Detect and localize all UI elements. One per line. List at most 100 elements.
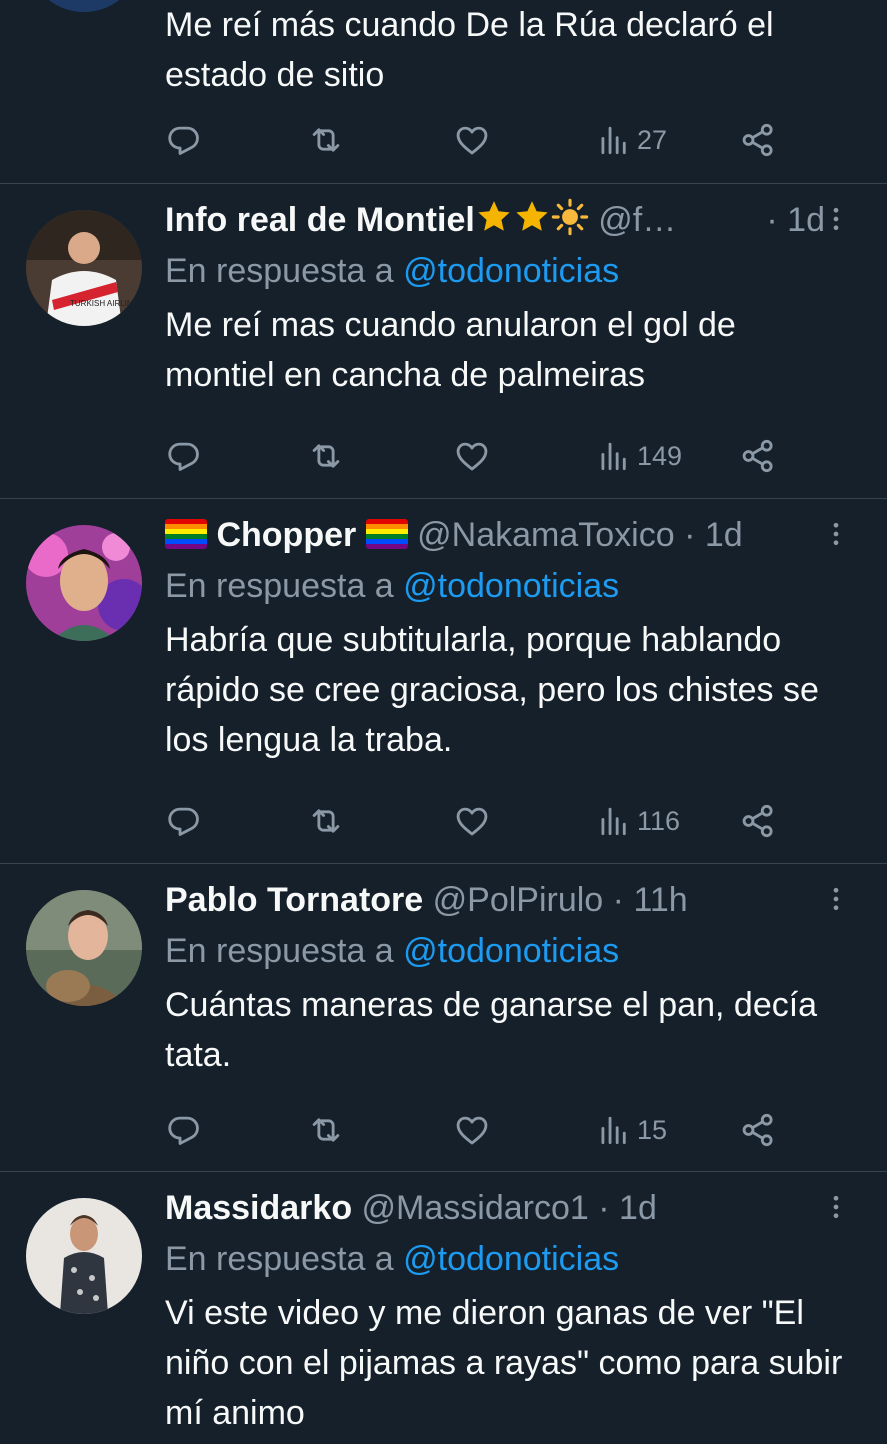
display-name[interactable]: Massidarko: [165, 1189, 352, 1227]
more-icon[interactable]: [821, 204, 851, 234]
retweet-icon: [307, 437, 345, 475]
like-icon: [453, 437, 491, 475]
reply-context: En respuesta a @todonoticias: [165, 1236, 865, 1282]
sun-emoji-icon: [551, 198, 589, 236]
more-icon[interactable]: [821, 884, 851, 914]
views-count: 149: [637, 440, 683, 471]
tweet-actions: 149: [165, 434, 865, 478]
views-button[interactable]: 149: [595, 434, 682, 478]
reply-label: En respuesta a: [165, 567, 394, 605]
display-name[interactable]: Info real de Montiel: [165, 201, 475, 239]
reply-icon: [165, 437, 203, 475]
share-icon: [739, 802, 777, 840]
timestamp[interactable]: · 11h: [613, 881, 688, 919]
display-name[interactable]: Pablo Tornatore: [165, 881, 423, 919]
rainbow-flag-emoji-icon: [165, 519, 207, 549]
reply-button[interactable]: [165, 799, 203, 843]
retweet-button[interactable]: [307, 1108, 345, 1152]
views-icon: [595, 1111, 633, 1149]
like-button[interactable]: [453, 434, 491, 478]
avatar[interactable]: [26, 1198, 142, 1314]
avatar[interactable]: TURKISH AIRLINES: [26, 210, 142, 326]
reply-icon: [165, 802, 203, 840]
tweet-header: Massidarko @Massidarco1 · 1d: [165, 1186, 825, 1230]
share-button[interactable]: [739, 1108, 777, 1152]
reply-icon: [165, 1111, 203, 1149]
timestamp[interactable]: · 1d: [684, 516, 743, 554]
avatar[interactable]: [26, 525, 142, 641]
avatar[interactable]: [26, 890, 142, 1006]
reply-context: En respuesta a @todonoticias: [165, 928, 865, 974]
reply-context: En respuesta a @todonoticias: [165, 563, 865, 609]
reply-mention-link[interactable]: @todonoticias: [403, 252, 619, 290]
views-count: 116: [637, 805, 681, 836]
tweet[interactable]: Me reí más cuando De la Rúa declaró el e…: [0, 0, 887, 184]
like-icon: [453, 1111, 491, 1149]
reply-button[interactable]: [165, 118, 203, 162]
retweet-icon: [307, 1111, 345, 1149]
share-button[interactable]: [739, 118, 777, 162]
tweet[interactable]: TURKISH AIRLINES Info real de Montiel @f…: [0, 184, 887, 499]
reply-mention-link[interactable]: @todonoticias: [403, 932, 619, 970]
tweet[interactable]: Massidarko @Massidarco1 · 1d En respuest…: [0, 1172, 887, 1444]
views-button[interactable]: 15: [595, 1108, 667, 1152]
handle[interactable]: @Massidarco1: [362, 1189, 589, 1227]
views-icon: [595, 121, 633, 159]
views-count: 15: [637, 1114, 668, 1145]
share-icon: [739, 1111, 777, 1149]
tweet-header: Chopper @NakamaToxico · 1d: [165, 513, 825, 557]
reply-feed: Me reí más cuando De la Rúa declaró el e…: [0, 0, 887, 1444]
retweet-button[interactable]: [307, 434, 345, 478]
tweet[interactable]: Pablo Tornatore @PolPirulo · 11h En resp…: [0, 864, 887, 1172]
tweet[interactable]: Chopper @NakamaToxico · 1d En respuesta …: [0, 499, 887, 864]
reply-icon: [165, 121, 203, 159]
tweet-header: Pablo Tornatore @PolPirulo · 11h: [165, 878, 825, 922]
reply-context: En respuesta a @todonoticias: [165, 248, 865, 294]
like-button[interactable]: [453, 1108, 491, 1152]
reply-mention-link[interactable]: @todonoticias: [403, 1240, 619, 1278]
like-button[interactable]: [453, 118, 491, 162]
share-button[interactable]: [739, 799, 777, 843]
handle[interactable]: @NakamaToxico: [417, 516, 675, 554]
reply-label: En respuesta a: [165, 932, 394, 970]
views-button[interactable]: 116: [595, 799, 680, 843]
share-icon: [739, 437, 777, 475]
tweet-header: Info real de Montiel @f… · 1d: [165, 198, 825, 242]
tweet-text: Habría que subtitularla, porque hablando…: [165, 621, 819, 759]
handle[interactable]: @PolPirulo: [433, 881, 604, 919]
reply-label: En respuesta a: [165, 252, 394, 290]
reply-label: En respuesta a: [165, 1240, 394, 1278]
retweet-button[interactable]: [307, 799, 345, 843]
avatar-text: TURKISH AIRLINES: [70, 299, 142, 308]
views-icon: [595, 802, 633, 840]
display-name[interactable]: Chopper: [216, 516, 356, 554]
views-button[interactable]: 27: [595, 118, 667, 162]
more-icon[interactable]: [821, 519, 851, 549]
tweet-text: Cuántas maneras de ganarse el pan, decía…: [165, 986, 818, 1074]
share-button[interactable]: [739, 434, 777, 478]
reply-button[interactable]: [165, 434, 203, 478]
timestamp[interactable]: · 1d: [758, 198, 825, 242]
more-icon[interactable]: [821, 1192, 851, 1222]
like-button[interactable]: [453, 799, 491, 843]
tweet-actions: 15: [165, 1108, 865, 1152]
star-emoji-icon: [475, 198, 513, 236]
retweet-icon: [307, 121, 345, 159]
rainbow-flag-emoji-icon: [365, 519, 408, 549]
like-icon: [453, 121, 491, 159]
handle[interactable]: @f…: [598, 201, 676, 239]
tweet-actions: 116: [165, 799, 865, 843]
star-emoji-icon: [513, 198, 551, 236]
tweet-text: Me reí más cuando De la Rúa declaró el e…: [165, 6, 774, 94]
like-icon: [453, 802, 491, 840]
retweet-button[interactable]: [307, 118, 345, 162]
reply-button[interactable]: [165, 1108, 203, 1152]
retweet-icon: [307, 802, 345, 840]
share-icon: [739, 121, 777, 159]
avatar[interactable]: [26, 0, 142, 12]
tweet-text: Me reí mas cuando anularon el gol de mon…: [165, 306, 736, 394]
timestamp[interactable]: · 1d: [598, 1189, 657, 1227]
views-icon: [595, 437, 633, 475]
reply-mention-link[interactable]: @todonoticias: [403, 567, 619, 605]
tweet-actions: 27: [165, 118, 865, 162]
